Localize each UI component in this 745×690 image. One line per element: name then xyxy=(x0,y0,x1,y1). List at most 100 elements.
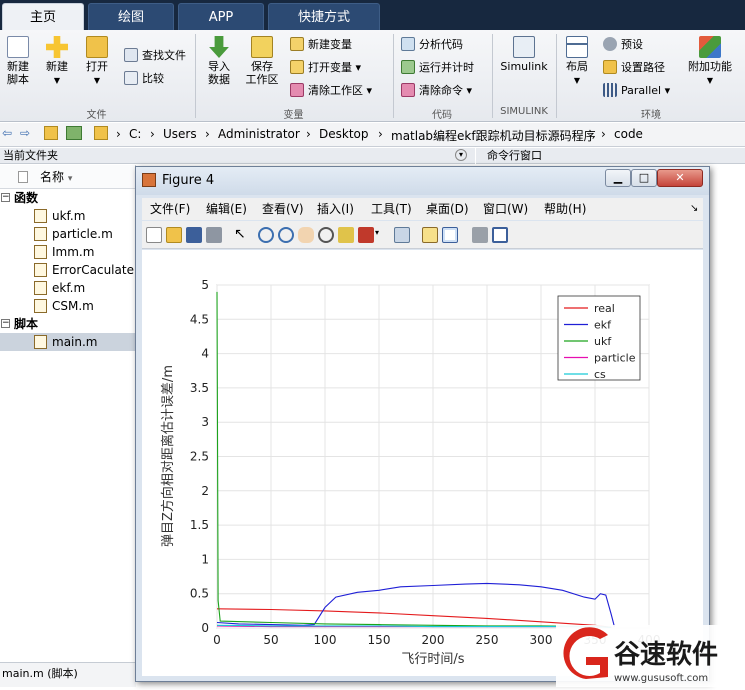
rotate-3d-icon[interactable] xyxy=(318,227,334,243)
colorbar-icon[interactable] xyxy=(422,227,438,243)
file-name: particle.m xyxy=(52,227,113,241)
file-name: ekf.m xyxy=(52,281,86,295)
legend-icon[interactable] xyxy=(442,227,458,243)
new-figure-icon[interactable] xyxy=(146,227,162,243)
save-workspace-icon xyxy=(251,36,273,58)
tab-apps[interactable]: APP xyxy=(178,3,264,30)
y-tick-label: 2 xyxy=(201,484,209,498)
watermark-text: 谷速软件 xyxy=(614,640,718,670)
path-segment[interactable]: code xyxy=(614,127,643,141)
current-folder-panel: 名称 ▾ − 函数 ukf.m particle.m Imm.m ErrorCaculat… xyxy=(0,165,136,662)
clear-workspace-button[interactable]: 清除工作区 ▾ xyxy=(290,82,372,100)
path-segment[interactable]: matlab编程ekf跟踪机动目标源码程序 xyxy=(391,127,596,144)
save-icon[interactable] xyxy=(186,227,202,243)
x-tick-label: 0 xyxy=(213,633,221,647)
import-data-button[interactable]: 导入 数据 xyxy=(203,36,235,86)
pointer-icon[interactable]: ↖ xyxy=(234,227,250,243)
legend[interactable]: real ekf ukf particle cs xyxy=(557,295,641,381)
collapse-icon[interactable]: − xyxy=(1,193,10,202)
status-bar: main.m (脚本) xyxy=(0,662,136,687)
tree-group[interactable]: − 脚本 xyxy=(0,315,135,333)
status-text: main.m (脚本) xyxy=(2,667,78,680)
new-button[interactable]: 新建 ▼ xyxy=(42,36,72,87)
plot-area[interactable]: 05010015020025030035040000.511.522.533.5… xyxy=(142,250,703,676)
up-folder-icon[interactable] xyxy=(44,126,58,140)
link-plot-icon[interactable] xyxy=(394,227,410,243)
figure-titlebar[interactable]: Figure 4 ▁ □ ✕ xyxy=(136,167,709,195)
menu-window[interactable]: 窗口(W) xyxy=(483,198,528,220)
tab-shortcuts[interactable]: 快捷方式 xyxy=(268,3,380,30)
tree-group[interactable]: − 函数 xyxy=(0,189,135,207)
new-variable-label: 新建变量 xyxy=(308,38,352,51)
set-path-button[interactable]: 设置路径 xyxy=(603,59,665,77)
menu-edit[interactable]: 编辑(E) xyxy=(206,198,247,220)
collapse-icon[interactable]: − xyxy=(1,319,10,328)
folder-icon xyxy=(603,60,617,74)
tab-home[interactable]: 主页 xyxy=(2,3,84,30)
data-cursor-icon[interactable] xyxy=(338,227,354,243)
zoom-in-icon[interactable] xyxy=(258,227,274,243)
clear-commands-button[interactable]: 清除命令 ▾ xyxy=(401,82,472,100)
new-script-label: 新建 脚本 xyxy=(7,60,29,86)
panel-menu-icon[interactable]: ▾ xyxy=(455,149,467,161)
zoom-out-icon[interactable] xyxy=(278,227,294,243)
file-list-item[interactable]: CSM.m xyxy=(0,297,135,315)
compare-button[interactable]: 比较 xyxy=(124,70,164,88)
parallel-button[interactable]: Parallel ▾ xyxy=(603,82,670,100)
dock-arrow-icon[interactable]: ↘ xyxy=(690,198,698,220)
name-column-label: 名称 xyxy=(40,170,65,184)
tab-plots[interactable]: 绘图 xyxy=(88,3,174,30)
addons-button[interactable]: 附加功能 ▼ xyxy=(682,36,738,87)
layout-button[interactable]: 布局 ▼ xyxy=(562,36,592,87)
open-file-icon[interactable] xyxy=(166,227,182,243)
hide-tools-icon[interactable] xyxy=(472,227,488,243)
pan-hand-icon[interactable] xyxy=(298,227,314,243)
figure-title: Figure 4 xyxy=(162,173,215,188)
brush-dropdown-icon[interactable]: ▾ xyxy=(375,228,379,237)
forward-arrow-icon[interactable]: ⇨ xyxy=(20,126,30,140)
menu-help[interactable]: 帮助(H) xyxy=(544,198,586,220)
command-window[interactable] xyxy=(705,165,745,662)
file-list-item[interactable]: Imm.m xyxy=(0,243,135,261)
name-column-header[interactable]: 名称 ▾ xyxy=(0,165,135,189)
file-list-item[interactable]: ukf.m xyxy=(0,207,135,225)
file-tree: − 函数 ukf.m particle.m Imm.m ErrorCaculate. ekf… xyxy=(0,189,135,351)
minimize-button[interactable]: ▁ xyxy=(605,169,631,187)
new-script-button[interactable]: 新建 脚本 xyxy=(3,36,33,86)
find-files-button[interactable]: 查找文件 xyxy=(124,47,186,65)
file-list-item[interactable]: particle.m xyxy=(0,225,135,243)
path-segment[interactable]: Desktop xyxy=(319,127,369,141)
path-segment[interactable]: C: xyxy=(129,127,141,141)
open-button[interactable]: 打开 ▼ xyxy=(82,36,112,87)
simulink-button[interactable]: Simulink xyxy=(498,36,550,73)
path-segment[interactable]: Administrator xyxy=(218,127,300,141)
browse-folder-icon[interactable] xyxy=(66,126,82,140)
find-files-icon xyxy=(124,48,138,62)
close-button[interactable]: ✕ xyxy=(657,169,703,187)
path-separator: › xyxy=(150,127,155,141)
show-tools-icon[interactable] xyxy=(492,227,508,243)
open-variable-button[interactable]: 打开变量 ▾ xyxy=(290,59,361,77)
path-segment[interactable]: Users xyxy=(163,127,197,141)
file-list-item[interactable]: ErrorCaculate. xyxy=(0,261,135,279)
file-list-item[interactable]: ekf.m xyxy=(0,279,135,297)
brush-icon[interactable] xyxy=(358,227,374,243)
print-icon[interactable] xyxy=(206,227,222,243)
tree-group-label: 脚本 xyxy=(14,317,39,331)
preferences-button[interactable]: 预设 xyxy=(603,36,643,54)
save-workspace-button[interactable]: 保存 工作区 xyxy=(243,36,281,86)
import-label: 导入 数据 xyxy=(208,60,230,86)
new-variable-button[interactable]: 新建变量 xyxy=(290,36,352,54)
back-arrow-icon[interactable]: ⇦ xyxy=(2,126,12,140)
menu-view[interactable]: 查看(V) xyxy=(262,198,304,220)
menu-desktop[interactable]: 桌面(D) xyxy=(426,198,469,220)
maximize-button[interactable]: □ xyxy=(631,169,657,187)
analyze-code-button[interactable]: 分析代码 xyxy=(401,36,463,54)
menu-insert[interactable]: 插入(I) xyxy=(317,198,354,220)
menu-file[interactable]: 文件(F) xyxy=(150,198,190,220)
menu-tools[interactable]: 工具(T) xyxy=(371,198,412,220)
ribbon: 新建 脚本 新建 ▼ 打开 ▼ 查找文件 比较 文件 导入 数据 保存 工作区 新建… xyxy=(0,30,745,122)
figure-window[interactable]: Figure 4 ▁ □ ✕ 文件(F) 编辑(E) 查看(V) 插入(I) 工… xyxy=(135,166,710,682)
run-and-time-button[interactable]: 运行并计时 xyxy=(401,59,474,77)
file-list-item[interactable]: main.m xyxy=(0,333,135,351)
